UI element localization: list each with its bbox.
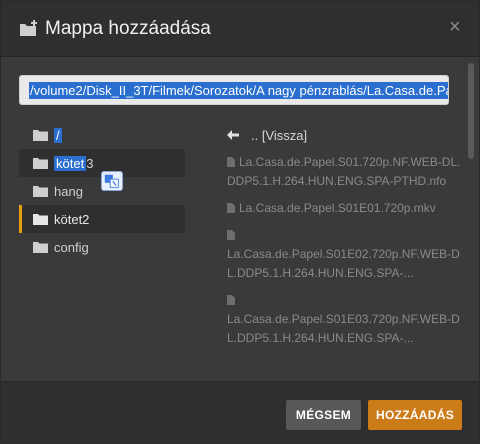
file-icon	[227, 295, 235, 305]
folder-list: / kötet 3 hang kötet2 config	[19, 121, 185, 261]
file-icon	[227, 203, 235, 213]
file-icon	[227, 157, 235, 167]
add-folder-icon	[20, 20, 37, 36]
folder-icon	[33, 186, 48, 197]
file-item-label: La.Casa.de.Papel.S01.720p.NF.WEB-DL.DDP5…	[227, 155, 461, 188]
file-item: La.Casa.de.Papel.S01E01.720p.mkv	[227, 199, 463, 218]
dialog-footer: MÉGSEM HOZZÁADÁS	[1, 381, 479, 444]
dialog-title: Mappa hozzáadása	[45, 18, 211, 39]
file-item: La.Casa.de.Papel.S01.720p.NF.WEB-DL.DDP5…	[227, 153, 463, 191]
folder-icon	[33, 242, 48, 253]
add-button[interactable]: HOZZÁADÁS	[368, 400, 462, 430]
folder-item-label: /	[54, 127, 62, 143]
file-item: La.Casa.de.Papel.S01E03.720p.NF.WEB-DL.D…	[227, 291, 463, 348]
close-icon[interactable]: ×	[449, 16, 461, 38]
folder-item-root[interactable]: /	[19, 121, 185, 149]
translate-cursor-icon	[101, 171, 123, 191]
folder-item-label: hang	[54, 183, 83, 199]
file-icon	[227, 230, 235, 240]
scrollbar-thumb[interactable]	[468, 63, 474, 159]
path-input[interactable]: /volume2/Disk_II_3T/Filmek/Sorozatok/A n…	[19, 75, 449, 105]
folder-icon	[33, 130, 48, 141]
back-link-label: .. [Vissza]	[251, 127, 308, 143]
folder-item-label-highlighted: kötet	[54, 155, 87, 171]
scrollbar[interactable]	[468, 63, 474, 378]
folder-icon	[33, 158, 48, 169]
folder-item-label: config	[54, 239, 89, 255]
file-item-label: La.Casa.de.Papel.S01E02.720p.NF.WEB-DL.D…	[227, 247, 460, 280]
add-folder-dialog: Mappa hozzáadása × /volume2/Disk_II_3T/F…	[0, 0, 480, 444]
folder-item-label-rest: 3	[86, 155, 94, 171]
file-list: .. [Vissza] La.Casa.de.Papel.S01.720p.NF…	[227, 125, 463, 348]
folder-item-kotet2[interactable]: kötet2	[19, 205, 185, 233]
dialog-header: Mappa hozzáadása ×	[1, 1, 479, 57]
path-input-value: /volume2/Disk_II_3T/Filmek/Sorozatok/A n…	[29, 82, 448, 99]
folder-icon	[33, 214, 48, 225]
folder-item-label: kötet2	[54, 211, 90, 227]
back-arrow-icon	[227, 128, 241, 143]
file-item-label: La.Casa.de.Papel.S01E03.720p.NF.WEB-DL.D…	[227, 312, 460, 345]
cancel-button[interactable]: MÉGSEM	[286, 400, 361, 430]
file-item: La.Casa.de.Papel.S01E02.720p.NF.WEB-DL.D…	[227, 226, 463, 283]
folder-item-config[interactable]: config	[19, 233, 185, 261]
file-item-label: La.Casa.de.Papel.S01E01.720p.mkv	[239, 201, 436, 215]
back-link[interactable]: .. [Vissza]	[227, 125, 463, 145]
